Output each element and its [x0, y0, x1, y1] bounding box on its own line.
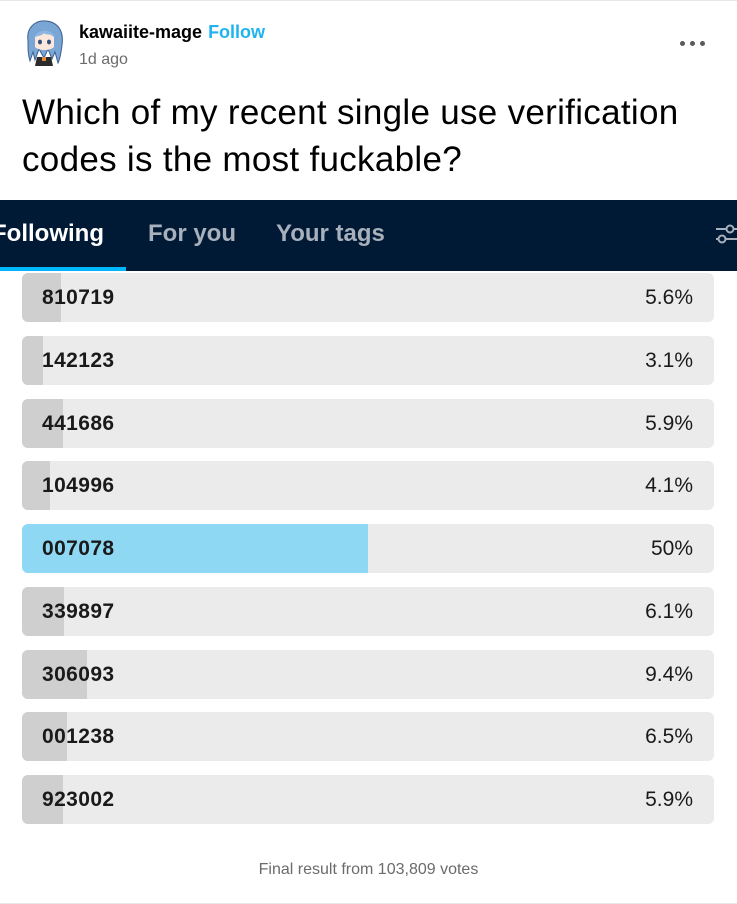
poll-option-percent: 5.6% — [645, 286, 693, 309]
more-horizontal-icon — [699, 40, 705, 46]
poll-option-bar — [22, 335, 44, 385]
tab-bar: Following For you Your tags — [0, 200, 737, 271]
more-horizontal-icon — [689, 40, 695, 46]
avatar[interactable] — [22, 19, 66, 67]
tab-for-you[interactable]: For you — [148, 220, 236, 248]
poll-option[interactable]: 001238 6.5% — [22, 712, 714, 762]
poll-option-label: 001238 — [42, 725, 115, 749]
poll-option-label: 104996 — [42, 474, 115, 498]
follow-button[interactable]: Follow — [208, 22, 265, 42]
poll-option-label: 007078 — [42, 537, 115, 560]
poll-option-percent: 3.1% — [645, 348, 693, 372]
poll-option-percent: 50% — [650, 537, 693, 560]
poll-option-percent: 6.1% — [645, 599, 693, 623]
poll-option-label: 441686 — [42, 411, 115, 435]
tab-your-tags[interactable]: Your tags — [276, 220, 385, 248]
poll-option-percent: 9.4% — [645, 662, 693, 686]
poll-option-percent: 5.9% — [645, 411, 693, 435]
post-timestamp: 1d ago — [79, 51, 128, 68]
poll-option-label: 810719 — [42, 286, 115, 309]
poll-option[interactable]: 104996 4.1% — [22, 461, 714, 511]
poll-option[interactable]: 923002 5.9% — [22, 775, 714, 824]
poll-question: Which of my recent single use verificati… — [22, 93, 679, 179]
poll-option-percent: 5.9% — [645, 788, 693, 811]
more-horizontal-icon — [679, 40, 685, 46]
author-line: kawaiite-mage Follow — [79, 22, 265, 43]
post: kawaiite-mage Follow 1d ago Which of my r… — [0, 0, 737, 904]
poll-option[interactable]: 339897 6.1% — [22, 586, 714, 636]
poll-option[interactable]: 007078 50% — [22, 524, 714, 573]
poll-option-label: 306093 — [42, 662, 115, 686]
poll-option-label: 339897 — [42, 599, 115, 623]
poll-final-result: Final result from 103,809 votes — [258, 861, 479, 878]
sliders-icon[interactable] — [714, 221, 737, 247]
poll-options: 810719 5.6% 142123 3.1% 441686 5.9% 104996 4.1%… — [22, 273, 714, 838]
poll-option-percent: 4.1% — [645, 474, 693, 498]
poll-option-label: 923002 — [42, 788, 115, 811]
poll-option[interactable]: 306093 9.4% — [22, 649, 714, 699]
poll-option[interactable]: 441686 5.9% — [22, 398, 714, 448]
more-options-button[interactable] — [672, 31, 712, 55]
tab-following[interactable]: Following — [0, 220, 104, 248]
poll-option-label: 142123 — [42, 348, 115, 372]
author-name[interactable]: kawaiite-mage — [79, 22, 202, 42]
poll-option[interactable]: 810719 5.6% — [22, 273, 714, 322]
poll-option[interactable]: 142123 3.1% — [22, 335, 714, 385]
post-header: kawaiite-mage Follow 1d ago — [0, 1, 737, 81]
active-tab-indicator — [0, 267, 126, 271]
poll-option-percent: 6.5% — [645, 725, 693, 749]
